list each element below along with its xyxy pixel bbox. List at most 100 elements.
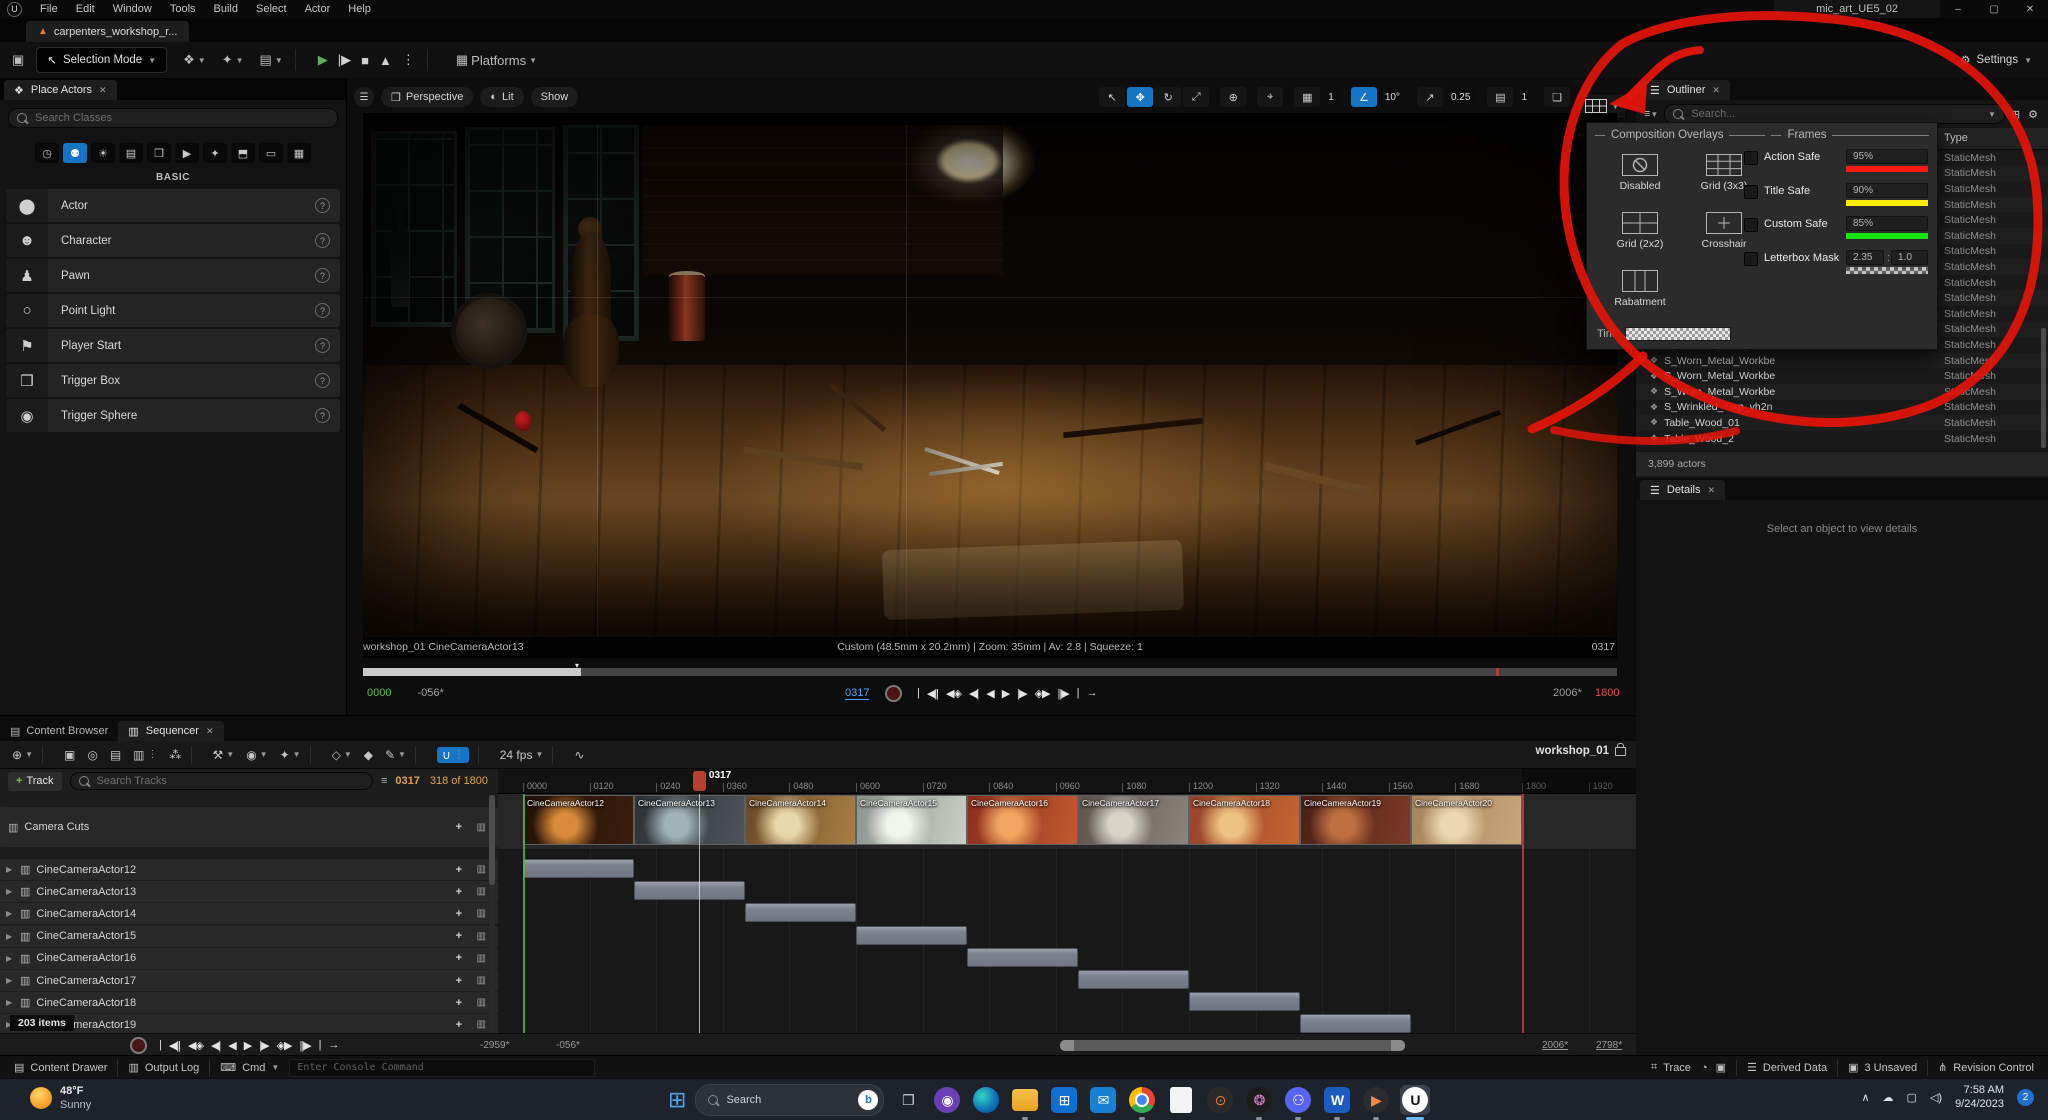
camera-lock-icon[interactable]: ▥ (477, 931, 486, 942)
track-cinecameraactor13[interactable]: ▶▥CineCameraActor13+▥ (0, 881, 498, 902)
letterbox-mask-ratio-y[interactable]: 1.0 (1891, 250, 1928, 265)
place-item-point-light[interactable]: ○Point Light? (6, 294, 340, 327)
app-store-icon[interactable]: ⊞ (1049, 1085, 1079, 1115)
camera-lock-icon[interactable]: ▥ (477, 864, 486, 875)
transport-button[interactable]: ◀| (969, 687, 978, 700)
add-section-icon[interactable]: + (456, 952, 462, 964)
start-button[interactable]: ⊞ (668, 1087, 686, 1113)
world-gizmo-toggle[interactable]: ⊕ (1220, 87, 1246, 107)
transport-button[interactable]: ◀| (211, 1039, 220, 1052)
outliner-row[interactable]: ❖S_Wrinkled_Tarp_vh2nStaticMesh (1636, 400, 2048, 416)
place-item-trigger-box[interactable]: ❒Trigger Box? (6, 364, 340, 397)
sequencer-tab[interactable]: ▥ Sequencer ✕ (118, 721, 223, 741)
overlay-option-grid2[interactable]: Grid (2x2) (1601, 211, 1679, 250)
add-actor-button[interactable]: ❖▼ (183, 52, 206, 68)
search-tracks-input[interactable] (95, 774, 364, 788)
snap-toggle[interactable]: ∪⋮ (437, 747, 469, 763)
rotation-snap-toggle[interactable]: ∠ (1351, 87, 1377, 107)
track-camera-cuts[interactable]: ▥Camera Cuts+▥ (0, 807, 498, 847)
console-command-input[interactable] (289, 1059, 595, 1077)
transport-button[interactable]: ◀|| (927, 687, 938, 700)
keyframe-mode[interactable]: ◇▼ (332, 748, 352, 762)
help-icon[interactable]: ? (315, 233, 330, 248)
close-icon[interactable]: ✕ (206, 726, 214, 737)
stop-button[interactable]: ■ (361, 53, 369, 68)
actor-sequence[interactable]: ⁂ (170, 748, 182, 762)
move-tool[interactable]: ✥ (1127, 87, 1153, 107)
place-item-trigger-sphere[interactable]: ◉Trigger Sphere? (6, 399, 340, 432)
camera-lock-icon[interactable]: ▥ (477, 953, 486, 964)
current-frame[interactable]: 0317 (845, 687, 869, 700)
eject-button[interactable]: ▲ (379, 53, 392, 68)
camera-clip-bar[interactable] (1078, 970, 1189, 989)
curve-pen[interactable]: ✎▼ (385, 748, 406, 762)
select-tool[interactable]: ↖ (1099, 87, 1125, 107)
custom-safe-value[interactable]: 85% (1846, 216, 1928, 231)
timeline-scrollbar[interactable] (1060, 1040, 1405, 1051)
camera-cut-section[interactable]: CineCameraActor15 (856, 795, 967, 845)
taskbar-clock[interactable]: 7:58 AM 9/24/2023 (1955, 1083, 2004, 1112)
weather-widget[interactable]: 48°F Sunny (30, 1084, 91, 1113)
app-clipchamp-icon[interactable]: ◉ (932, 1085, 962, 1115)
track-cinecameraactor17[interactable]: ▶▥CineCameraActor17+▥ (0, 970, 498, 991)
viewport-canvas[interactable] (363, 113, 1617, 658)
derived-data-button[interactable]: ☰ Derived Data (1747, 1061, 1827, 1074)
trace-button[interactable]: ⌗ Trace (1651, 1061, 1691, 1074)
camera-lock-icon[interactable]: ▥ (477, 822, 486, 833)
outliner-settings-icon[interactable]: ⚙ (2028, 108, 2038, 121)
camera-lock-icon[interactable]: ▥ (477, 975, 486, 986)
help-icon[interactable]: ? (315, 303, 330, 318)
transport-button[interactable]: ◈▶ (1035, 687, 1050, 700)
place-item-actor[interactable]: ⬤Actor? (6, 189, 340, 222)
transport-button[interactable]: | (1077, 687, 1079, 700)
settings-button[interactable]: ⚙ Settings ▼ (1960, 53, 2032, 67)
outliner-row[interactable]: ❖S_Worn_Metal_WorkbeStaticMesh (1636, 353, 2048, 369)
record-button[interactable] (885, 685, 902, 702)
timeline-ruler[interactable]: 0000012002400360048006000720084009601080… (498, 769, 1636, 794)
camera-clip-bar[interactable] (634, 881, 745, 900)
app-notepad-icon[interactable] (1166, 1085, 1196, 1115)
track-search[interactable] (70, 772, 373, 790)
close-icon[interactable]: ✕ (99, 85, 107, 96)
viewport-options-icon[interactable]: ☰ (354, 87, 374, 107)
maximize-button[interactable]: ▢ (1976, 0, 2012, 18)
category-media-icon[interactable]: ▶ (175, 143, 199, 163)
onedrive-icon[interactable]: ☁ (1883, 1091, 1894, 1104)
details-tab[interactable]: ☰ Details ✕ (1640, 480, 1725, 500)
unsaved-button[interactable]: ▣ 3 Unsaved (1848, 1061, 1917, 1074)
scale-tool[interactable]: ⤢ (1183, 87, 1209, 107)
scale-snap-toggle[interactable]: ↗ (1417, 87, 1443, 107)
overlay-option-disabled[interactable]: Disabled (1601, 153, 1679, 192)
outliner-search-input[interactable] (1689, 107, 1982, 121)
render-movie[interactable]: ▥⋮ (133, 748, 157, 762)
menu-build[interactable]: Build (205, 3, 247, 15)
save-icon[interactable]: ▣ (12, 52, 24, 68)
add-track-button[interactable]: + Track (8, 772, 62, 791)
output-log-button[interactable]: ▥ Output Log (128, 1061, 199, 1074)
add-section-icon[interactable]: + (456, 930, 462, 942)
title-safe-value[interactable]: 90% (1846, 183, 1928, 198)
transport-button[interactable]: ◈▶ (277, 1039, 292, 1052)
track-cinecameraactor14[interactable]: ▶▥CineCameraActor14+▥ (0, 903, 498, 924)
category-lights-icon[interactable]: ☀ (91, 143, 115, 163)
app-word-icon[interactable]: W (1322, 1085, 1352, 1115)
camera-clip-bar[interactable] (523, 859, 634, 878)
custom-safe-checkbox[interactable] (1744, 218, 1758, 232)
expand-icon[interactable]: ▶ (6, 976, 20, 985)
scrub-handle[interactable]: ▾ (575, 661, 579, 670)
menu-file[interactable]: File (31, 3, 67, 15)
fps-dropdown[interactable]: 24 fps▼ (500, 748, 544, 762)
chevron-down-icon[interactable]: ▼ (1988, 110, 1996, 119)
category-volumes-icon[interactable]: ❒ (147, 143, 171, 163)
notification-badge[interactable]: 2 (2017, 1089, 2034, 1106)
camera-speed-button[interactable]: ▤ (1487, 87, 1513, 107)
content-drawer-button[interactable]: ▤ Content Drawer (14, 1061, 107, 1074)
help-icon[interactable]: ? (315, 408, 330, 423)
camera-cut-section[interactable]: CineCameraActor19 (1300, 795, 1411, 845)
overlay-option-rabatment[interactable]: Rabatment (1601, 269, 1679, 308)
keyframe-options[interactable]: ✦▼ (280, 748, 301, 762)
menu-help[interactable]: Help (339, 3, 380, 15)
track-cinecameraactor12[interactable]: ▶▥CineCameraActor12+▥ (0, 859, 498, 880)
app-blender-icon[interactable]: ⊙ (1205, 1085, 1235, 1115)
expand-icon[interactable]: ▶ (6, 954, 20, 963)
